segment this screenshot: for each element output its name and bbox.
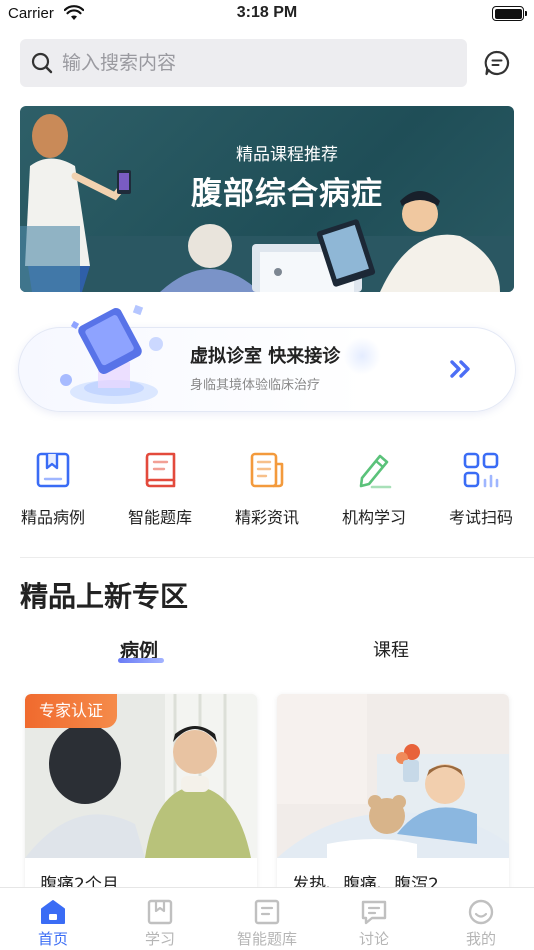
battery-icon: [492, 6, 527, 21]
search-box[interactable]: [20, 39, 467, 87]
divider: [20, 557, 534, 558]
discussion-icon: [361, 900, 387, 925]
case-card[interactable]: 专家认证 腹痛2个月: [25, 694, 257, 894]
clock: 3:18 PM: [236, 4, 298, 21]
nav-label: 考试扫码: [448, 508, 513, 527]
nav-item-news[interactable]: 精彩资讯: [214, 446, 320, 536]
tab-label: 智能题库: [236, 930, 297, 948]
section-title: 精品上新专区: [20, 580, 189, 613]
nav-label: 精彩资讯: [234, 508, 299, 527]
tab-question-bank[interactable]: 智能题库: [214, 888, 320, 950]
banner-title: 腹部综合病症: [191, 176, 383, 212]
news-doc-icon: [250, 452, 284, 488]
search-input[interactable]: [62, 39, 452, 87]
tab-discussion[interactable]: 讨论: [321, 888, 427, 950]
double-chevron-right-icon[interactable]: [448, 358, 476, 380]
glow-decoration: [343, 337, 381, 375]
red-book-icon: [145, 452, 176, 488]
virtual-clinic-title: 虚拟诊室 快来接诊: [190, 346, 341, 367]
tab-courses[interactable]: 课程: [373, 636, 409, 662]
tab-home[interactable]: 首页: [0, 888, 106, 950]
nav-item-exam-scan[interactable]: 考试扫码: [428, 446, 534, 536]
tab-label: 讨论: [358, 930, 389, 948]
pencil-icon: [359, 454, 392, 489]
expert-certified-badge: 专家认证: [25, 694, 118, 728]
tab-study[interactable]: 学习: [107, 888, 213, 950]
virtual-clinic-illustration: [60, 304, 163, 404]
profile-icon: [468, 899, 494, 925]
bookmark-book-icon: [36, 452, 70, 488]
case-thumbnail: [277, 694, 509, 858]
quick-nav: 精品病例 智能题库 精彩资讯 机构学习 考试扫码: [0, 446, 534, 536]
search-icon: [31, 52, 53, 74]
active-tab-indicator: [118, 658, 164, 663]
case-card[interactable]: 发热、腹痛、腹泻2: [277, 694, 509, 894]
question-bank-icon: [254, 899, 280, 925]
nav-label: 智能题库: [127, 508, 192, 527]
status-bar: Carrier 3:18 PM: [0, 0, 534, 30]
banner-subtitle: 精品课程推荐: [236, 145, 338, 165]
virtual-clinic-subtitle: 身临其境体验临床治疗: [190, 378, 321, 393]
nav-item-question-bank[interactable]: 智能题库: [107, 446, 213, 536]
study-icon: [147, 899, 173, 925]
nav-label: 机构学习: [341, 508, 406, 527]
tab-label: 首页: [37, 930, 68, 948]
home-icon: [41, 900, 65, 924]
bottom-tab-bar: 首页 学习 智能题库 讨论 我的: [0, 887, 534, 950]
nav-label: 精品病例: [20, 508, 85, 527]
tab-label: 我的: [465, 930, 496, 948]
nav-item-institution-learning[interactable]: 机构学习: [321, 446, 427, 536]
tab-profile[interactable]: 我的: [428, 888, 534, 950]
message-icon[interactable]: [484, 50, 510, 76]
scan-grid-icon: [463, 452, 499, 488]
nav-item-featured-cases[interactable]: 精品病例: [0, 446, 106, 536]
course-banner[interactable]: 精品课程推荐 腹部综合病症: [20, 106, 514, 292]
tab-label: 学习: [144, 930, 175, 948]
